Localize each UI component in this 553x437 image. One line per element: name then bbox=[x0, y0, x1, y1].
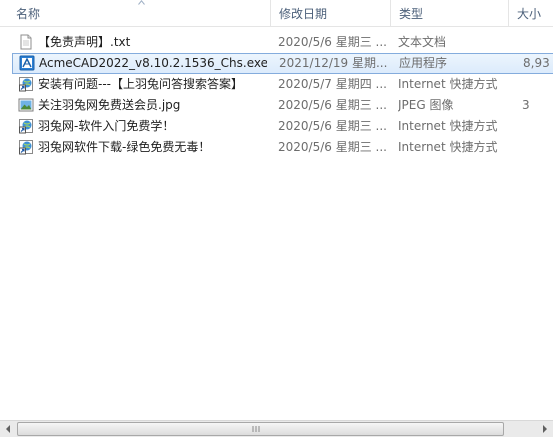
column-header-date[interactable]: 修改日期 bbox=[271, 0, 391, 26]
file-type: JPEG 图像 bbox=[398, 98, 454, 112]
column-header-type[interactable]: 类型 bbox=[391, 0, 509, 26]
file-name: 【免责声明】.txt bbox=[38, 35, 131, 49]
file-date: 2020/5/6 星期三 ... bbox=[278, 35, 387, 49]
file-size bbox=[522, 74, 553, 95]
file-type: Internet 快捷方式 bbox=[398, 77, 498, 91]
file-row-selected[interactable]: AcmeCAD2022_v8.10.2.1536_Chs.exe 2021/12… bbox=[12, 53, 553, 74]
column-header-type-label: 类型 bbox=[399, 7, 424, 21]
file-size bbox=[522, 116, 553, 137]
file-date: 2020/5/6 星期三 ... bbox=[278, 98, 387, 112]
scrollbar-thumb[interactable] bbox=[17, 422, 504, 436]
file-row[interactable]: 羽兔网-软件入门免费学！ 2020/5/6 星期三 ... Internet 快… bbox=[12, 116, 553, 137]
column-header-size-label: 大小 bbox=[517, 7, 542, 21]
file-name: 羽兔网软件下载-绿色免费无毒！ bbox=[38, 140, 211, 154]
file-type: 应用程序 bbox=[399, 56, 448, 70]
file-date: 2020/5/6 星期三 ... bbox=[278, 140, 387, 154]
file-size: 3 bbox=[522, 98, 530, 112]
column-header-name-label: 名称 bbox=[16, 7, 41, 21]
column-header-date-label: 修改日期 bbox=[279, 7, 328, 21]
file-date: 2020/5/6 星期三 ... bbox=[278, 119, 387, 133]
scroll-left-icon[interactable] bbox=[0, 421, 17, 437]
exe-app-icon bbox=[19, 55, 35, 71]
file-type: 文本文档 bbox=[398, 35, 447, 49]
file-date: 2021/12/19 星期... bbox=[279, 56, 388, 70]
file-size: 8,93 bbox=[523, 56, 550, 70]
file-row[interactable]: 【免责声明】.txt 2020/5/6 星期三 ... 文本文档 bbox=[12, 32, 553, 53]
file-name: 安装有问题---【上羽兔问答搜索答案】 bbox=[38, 77, 243, 91]
sort-ascending-icon bbox=[138, 0, 145, 5]
grip-icon bbox=[252, 426, 260, 432]
file-size bbox=[522, 137, 553, 158]
text-file-icon bbox=[20, 34, 32, 50]
scroll-right-icon[interactable] bbox=[536, 421, 553, 437]
file-type: Internet 快捷方式 bbox=[398, 119, 498, 133]
file-name: 关注羽兔网免费送会员.jpg bbox=[38, 98, 181, 112]
internet-shortcut-icon bbox=[19, 119, 33, 134]
column-header-size[interactable]: 大小 bbox=[509, 0, 553, 26]
horizontal-scrollbar[interactable] bbox=[0, 420, 553, 437]
file-type: Internet 快捷方式 bbox=[398, 140, 498, 154]
internet-shortcut-icon bbox=[19, 77, 33, 92]
internet-shortcut-icon bbox=[19, 140, 33, 155]
file-name: AcmeCAD2022_v8.10.2.1536_Chs.exe bbox=[39, 56, 267, 70]
file-size bbox=[522, 32, 553, 53]
column-header: 名称 修改日期 类型 大小 bbox=[0, 0, 553, 27]
file-name: 羽兔网-软件入门免费学！ bbox=[38, 119, 175, 133]
file-date: 2020/5/7 星期四 ... bbox=[278, 77, 387, 91]
file-row[interactable]: 羽兔网软件下载-绿色免费无毒！ 2020/5/6 星期三 ... Interne… bbox=[12, 137, 553, 158]
jpeg-image-icon bbox=[18, 98, 34, 112]
file-row[interactable]: 安装有问题---【上羽兔问答搜索答案】 2020/5/7 星期四 ... Int… bbox=[12, 74, 553, 95]
file-row[interactable]: 关注羽兔网免费送会员.jpg 2020/5/6 星期三 ... JPEG 图像 … bbox=[12, 95, 553, 116]
